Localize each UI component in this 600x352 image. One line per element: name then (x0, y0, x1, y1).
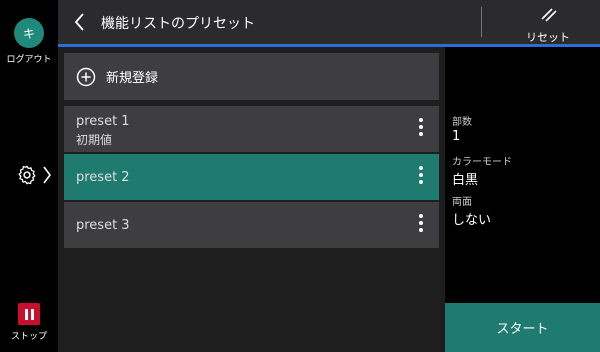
duplex-label: 両面 (452, 197, 472, 208)
duplex-value: しない (452, 213, 492, 228)
chevron-left-icon (74, 13, 84, 31)
stop-label: ストップ (10, 332, 47, 342)
reset-button[interactable]: リセット (513, 5, 583, 44)
plus-circle-icon (76, 67, 96, 86)
preset-name: preset 1 (76, 114, 130, 129)
new-registration-label: 新規登録 (106, 71, 159, 86)
reset-label: リセット (526, 31, 570, 44)
logout-button[interactable]: キ ログアウト (0, 18, 58, 65)
preset-name: preset 3 (76, 217, 130, 233)
logout-icon: キ (14, 18, 44, 48)
preset-list-panel: 新規登録 preset 1 初期値 preset 2 preset 3 (58, 47, 445, 352)
copies-label: 部数 (452, 117, 472, 128)
preset-item-2[interactable]: preset 2 (64, 154, 439, 200)
stop-button[interactable]: ストップ (0, 303, 58, 342)
logout-label: ログアウト (6, 55, 52, 65)
settings-button[interactable] (16, 163, 56, 187)
header-divider (481, 7, 482, 37)
color-mode-label: カラーモード (452, 157, 512, 168)
header-bar: 機能リストのプリセット リセット (58, 0, 600, 44)
preset-default-label: 初期値 (76, 133, 113, 147)
color-mode-value: 白黒 (452, 173, 479, 188)
more-options-icon[interactable] (417, 118, 425, 140)
copies-value: 1 (452, 129, 461, 144)
gear-icon (18, 165, 36, 185)
preset-name: preset 2 (76, 169, 130, 185)
more-options-icon[interactable] (417, 214, 425, 236)
preset-item-3[interactable]: preset 3 (64, 202, 439, 248)
preset-item-1[interactable]: preset 1 初期値 (64, 106, 439, 152)
chevron-right-icon (43, 166, 51, 184)
left-rail: キ ログアウト ストップ (0, 0, 58, 352)
more-options-icon[interactable] (417, 166, 425, 188)
reset-icon (541, 8, 557, 22)
logout-glyph: キ (22, 26, 35, 41)
stop-icon (18, 303, 40, 325)
new-registration-button[interactable]: 新規登録 (64, 53, 439, 100)
settings-summary: 部数 1 カラーモード 白黒 両面 しない (445, 47, 600, 303)
back-button[interactable] (70, 11, 90, 33)
page-title: 機能リストのプリセット (101, 16, 255, 32)
start-button[interactable]: スタート (445, 303, 600, 352)
